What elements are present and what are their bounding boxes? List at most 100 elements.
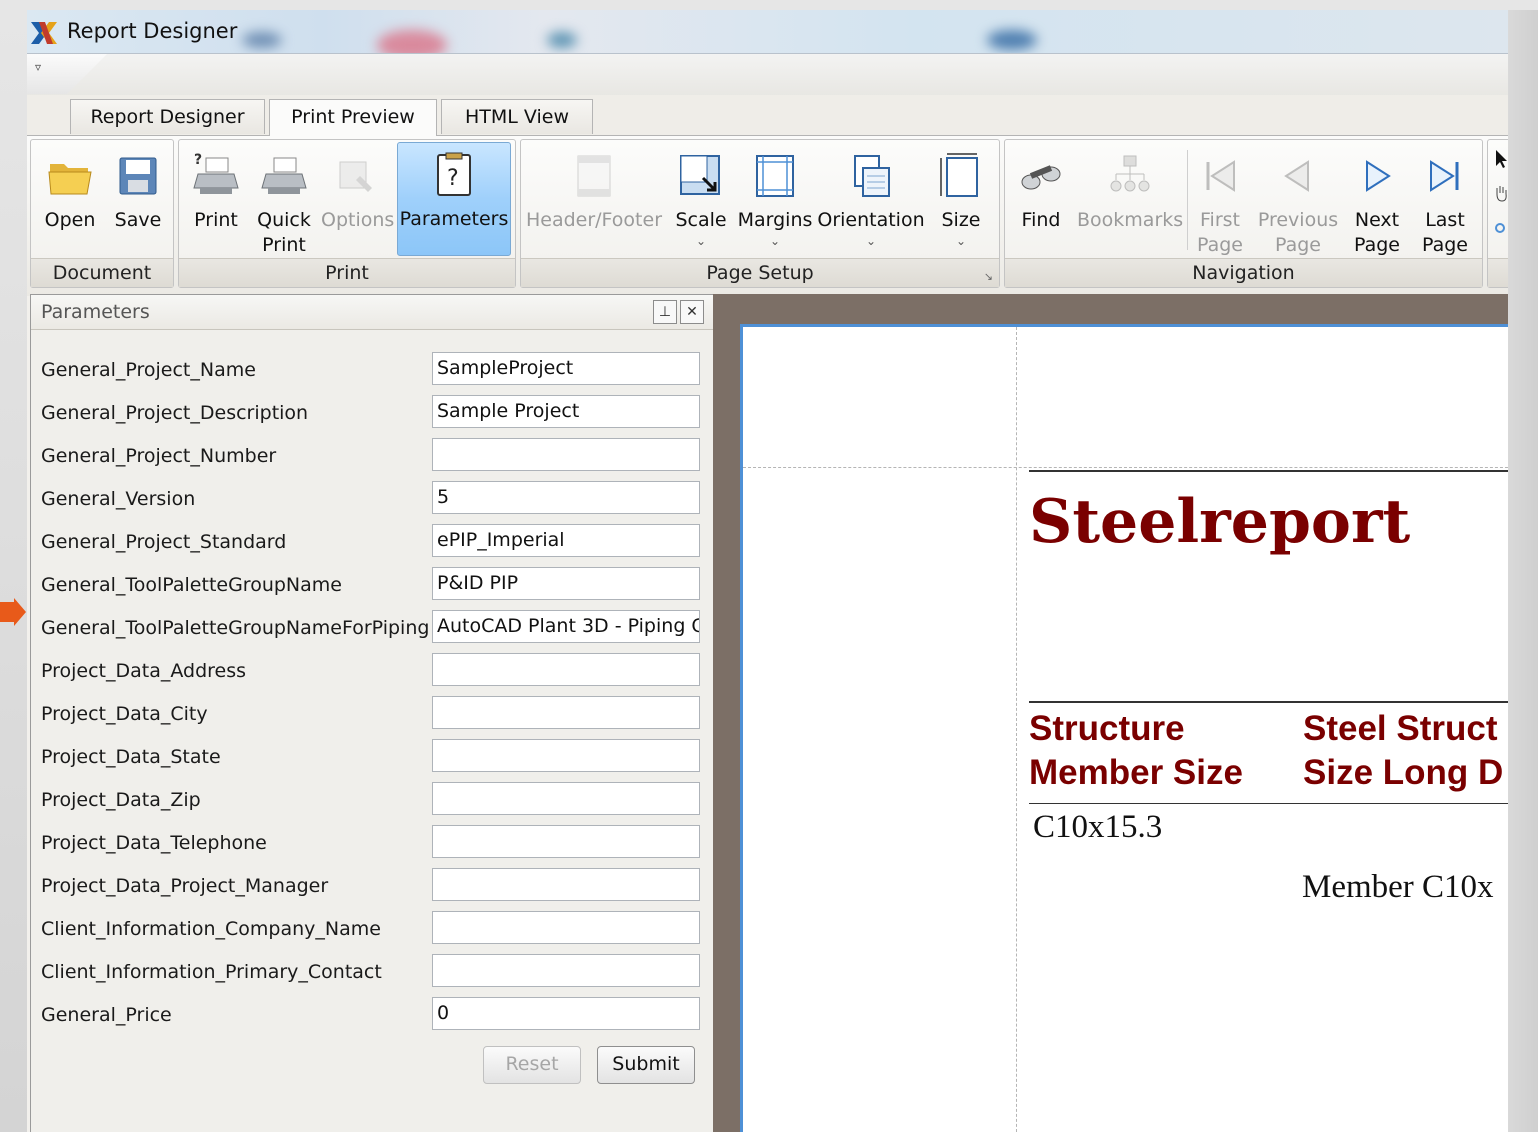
parameter-input[interactable]: ePIP_Imperial <box>432 524 700 557</box>
report-designer-window: Report Designer ▿ Report Designer Print … <box>27 10 1508 1132</box>
open-button[interactable]: Open <box>39 146 101 258</box>
print-button[interactable]: ? Print <box>185 146 247 258</box>
parameters-question-icon: ? <box>437 152 471 196</box>
annotation-arrow-icon <box>0 598 26 626</box>
group-zoom-partial <box>1487 139 1508 288</box>
bookmarks-button[interactable]: Bookmarks <box>1077 146 1183 258</box>
next-page-button[interactable]: Next Page <box>1345 146 1409 258</box>
last-page-button[interactable]: Last Page <box>1413 146 1477 258</box>
group-label-page-setup: Page Setup <box>521 258 999 287</box>
first-page-button[interactable]: First Page <box>1191 146 1249 258</box>
parameter-input[interactable] <box>432 653 700 686</box>
first-page-icon <box>1206 160 1235 192</box>
pin-icon[interactable]: ⊥ <box>653 300 677 324</box>
margins-icon <box>756 155 794 197</box>
save-button[interactable]: Save <box>107 146 169 258</box>
parameter-input[interactable]: 5 <box>432 481 700 514</box>
parameter-input[interactable] <box>432 438 700 471</box>
parameter-input[interactable] <box>432 868 700 901</box>
parameter-input[interactable]: AutoCAD Plant 3D - Piping Co <box>432 610 700 643</box>
orientation-button[interactable]: Orientation ⌄ <box>817 146 925 258</box>
parameter-input[interactable] <box>432 782 700 815</box>
parameter-row: Project_Data_Zip <box>31 782 713 825</box>
parameter-row: Client_Information_Primary_Contact <box>31 954 713 997</box>
margins-button[interactable]: Margins ⌄ <box>737 146 813 258</box>
column-header-structure-member-size: Structure Member Size <box>1029 709 1243 792</box>
parameter-row: General_ToolPaletteGroupNameForPiping Au… <box>31 610 713 653</box>
folder-icon <box>48 164 92 195</box>
chevron-down-icon: ⌄ <box>769 234 781 248</box>
parameter-input[interactable]: 0 <box>432 997 700 1030</box>
previous-page-button[interactable]: Previous Page <box>1255 146 1341 258</box>
bookmarks-tree-icon <box>1110 155 1150 192</box>
pointer-icon[interactable] <box>1494 148 1508 170</box>
parameter-label: Project_Data_City <box>41 703 208 725</box>
table-cell: C10x15.3 <box>1033 809 1163 845</box>
parameter-label: Project_Data_Zip <box>41 789 201 811</box>
chevron-down-icon: ⌄ <box>695 234 707 248</box>
parameter-input[interactable]: Sample Project <box>432 395 700 428</box>
parameter-row: Project_Data_Project_Manager <box>31 868 713 911</box>
orientation-icon <box>854 155 890 197</box>
parameter-input[interactable]: P&ID PIP <box>432 567 700 600</box>
last-page-icon <box>1430 160 1459 192</box>
parameter-input[interactable] <box>432 911 700 944</box>
floppy-disk-icon <box>119 157 157 195</box>
chevron-down-icon: ⌄ <box>865 234 877 248</box>
app-logo-icon <box>31 22 57 44</box>
parameter-row: Project_Data_State <box>31 739 713 782</box>
report-page: Steelreport Structure Member Size Steel … <box>740 324 1508 1132</box>
parameter-input[interactable] <box>432 954 700 987</box>
parameters-button[interactable]: ? Parameters <box>397 142 511 256</box>
parameter-input[interactable] <box>432 696 700 729</box>
parameter-input[interactable] <box>432 825 700 858</box>
svg-text:?: ? <box>447 166 459 191</box>
zoom-icon[interactable] <box>1494 222 1506 234</box>
group-page-setup: Header/Footer Scale ⌄ Margins ⌄ Orientat… <box>520 139 1000 288</box>
svg-text:?: ? <box>194 152 202 168</box>
quick-printer-icon <box>261 157 307 194</box>
quick-access-menu-button[interactable]: ▿ <box>27 54 107 94</box>
group-label-partial <box>1488 258 1508 287</box>
page-size-icon <box>940 153 978 197</box>
parameter-row: General_Project_Standard ePIP_Imperial <box>31 524 713 567</box>
parameters-panel: Parameters ⊥ ✕ General_Project_Name Samp… <box>30 294 714 1132</box>
tab-report-designer[interactable]: Report Designer <box>70 99 265 134</box>
size-button[interactable]: Size ⌄ <box>929 146 993 258</box>
parameter-input[interactable] <box>432 739 700 772</box>
reset-button[interactable]: Reset <box>483 1046 581 1084</box>
options-button[interactable]: Options <box>321 146 394 258</box>
binoculars-icon <box>1021 165 1061 190</box>
parameter-row: Project_Data_City <box>31 696 713 739</box>
parameter-row: General_Project_Description Sample Proje… <box>31 395 713 438</box>
print-preview-area[interactable]: Steelreport Structure Member Size Steel … <box>713 294 1508 1132</box>
parameter-row: General_Project_Name SampleProject <box>31 352 713 395</box>
close-icon[interactable]: ✕ <box>680 300 704 324</box>
find-button[interactable]: Find <box>1009 146 1073 258</box>
parameter-label: General_ToolPaletteGroupName <box>41 574 342 596</box>
chevron-down-icon: ▿ <box>35 60 42 74</box>
header-footer-icon <box>577 155 611 197</box>
header-footer-button[interactable]: Header/Footer <box>525 146 663 258</box>
title-bar[interactable]: Report Designer <box>27 10 1508 60</box>
previous-page-icon <box>1284 160 1309 192</box>
submit-button[interactable]: Submit <box>597 1046 695 1084</box>
parameter-row: General_Version 5 <box>31 481 713 524</box>
parameter-input[interactable]: SampleProject <box>432 352 700 385</box>
margin-guide <box>1016 327 1017 1132</box>
group-document: Open Save Document <box>30 139 174 288</box>
tab-print-preview[interactable]: Print Preview <box>269 99 437 136</box>
quick-print-button[interactable]: Quick Print <box>253 146 315 258</box>
report-title: Steelreport <box>1029 487 1411 557</box>
hand-icon[interactable] <box>1494 184 1508 202</box>
printer-icon: ? <box>193 152 239 194</box>
scale-icon <box>680 155 720 195</box>
window-title: Report Designer <box>67 19 238 43</box>
parameters-panel-title: Parameters <box>41 301 150 323</box>
dialog-launcher-icon[interactable]: ↘ <box>984 270 993 283</box>
parameter-label: Project_Data_Address <box>41 660 247 682</box>
parameter-row: General_Price 0 <box>31 997 713 1040</box>
scale-button[interactable]: Scale ⌄ <box>669 146 733 258</box>
parameter-row: General_ToolPaletteGroupName P&ID PIP <box>31 567 713 610</box>
tab-html-view[interactable]: HTML View <box>441 99 593 134</box>
